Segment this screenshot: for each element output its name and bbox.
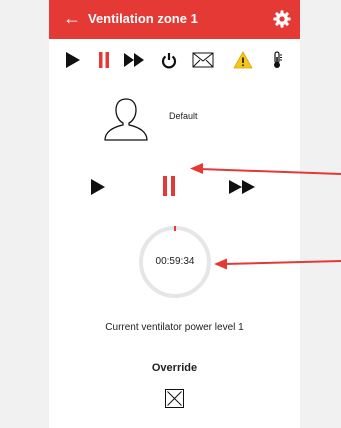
app-header: ← Ventilation zone 1 bbox=[49, 0, 300, 39]
profile-label: Default bbox=[169, 111, 198, 121]
mail-icon[interactable] bbox=[192, 51, 214, 69]
warning-icon[interactable] bbox=[233, 51, 253, 69]
fast-forward-icon[interactable] bbox=[228, 179, 256, 195]
play-icon[interactable] bbox=[65, 51, 81, 69]
toolbar bbox=[49, 39, 300, 79]
gear-icon[interactable] bbox=[273, 10, 291, 28]
phone-screen: ← Ventilation zone 1 Default 00:59:34 Cu… bbox=[49, 0, 300, 428]
status-text: Current ventilator power level 1 bbox=[105, 322, 244, 333]
power-icon[interactable] bbox=[161, 51, 177, 69]
thermometer-icon[interactable] bbox=[270, 51, 284, 69]
page-title: Ventilation zone 1 bbox=[88, 11, 198, 26]
arrow-left-icon[interactable]: ← bbox=[63, 8, 81, 28]
user-icon bbox=[104, 98, 148, 141]
pause-icon[interactable] bbox=[162, 175, 176, 197]
override-checkbox[interactable] bbox=[165, 389, 184, 408]
override-label: Override bbox=[151, 362, 198, 374]
annotation-arrow-pause bbox=[190, 163, 341, 175]
fast-forward-icon[interactable] bbox=[123, 51, 145, 69]
pause-icon[interactable] bbox=[98, 51, 110, 69]
play-icon[interactable] bbox=[90, 178, 106, 196]
annotation-arrow-timer bbox=[214, 258, 341, 270]
timer-value: 00:59:34 bbox=[155, 256, 195, 267]
